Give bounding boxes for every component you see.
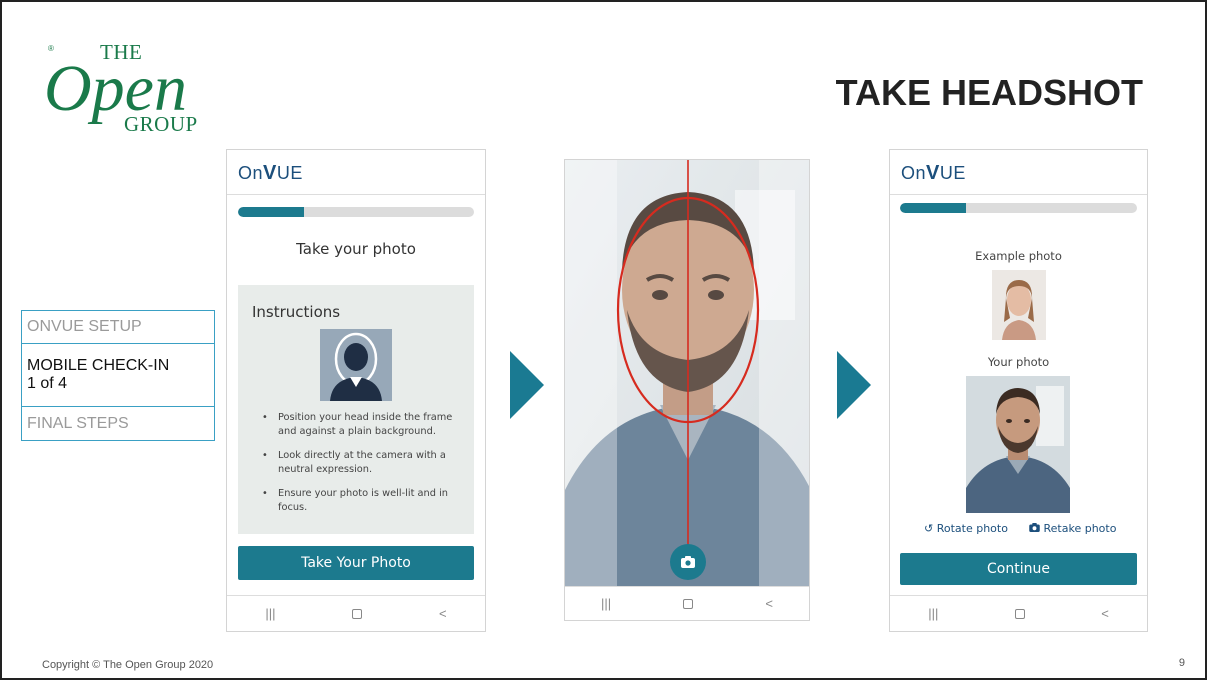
android-nav-bar: ||| <: [565, 586, 809, 620]
step-onvue-setup[interactable]: ONVUE SETUP: [22, 311, 214, 344]
brand-ue: UE: [939, 163, 966, 183]
camera-icon: [1029, 523, 1040, 532]
step-label: MOBILE CHECK-IN: [27, 357, 170, 374]
instruction-item: Ensure your photo is well-lit and in foc…: [260, 487, 466, 515]
recent-apps-icon[interactable]: |||: [265, 606, 275, 621]
page-number: 9: [1178, 657, 1185, 669]
instructions-panel: Instructions Position your head inside t…: [238, 285, 474, 534]
recent-apps-icon[interactable]: |||: [601, 596, 611, 611]
phone-review-screen: OnVUE Example photo Your photo ↺ Rotate …: [889, 149, 1148, 632]
rotate-photo-link[interactable]: ↺ Rotate photo: [924, 522, 1008, 535]
progress-fill: [238, 207, 305, 217]
home-icon[interactable]: [683, 598, 694, 609]
phone-instructions-screen: OnVUE Take your photo Instructions Posit…: [226, 149, 486, 632]
onvue-logo: OnVUE: [238, 162, 303, 185]
android-nav-bar: ||| <: [890, 595, 1147, 631]
brand-v: V: [263, 162, 277, 184]
step-progress-text: 1 of 4: [27, 375, 68, 392]
slide-title: TAKE HEADSHOT: [835, 72, 1143, 113]
your-photo-label: Your photo: [987, 355, 1050, 369]
slide: ® THE Open GROUP TAKE HEADSHOT ONVUE SET…: [0, 0, 1207, 680]
rotate-photo-label: Rotate photo: [936, 522, 1008, 535]
camera-icon: [681, 556, 695, 568]
brand-on: On: [901, 163, 927, 183]
continue-button[interactable]: Continue: [900, 553, 1137, 585]
next-arrow-icon: [510, 351, 544, 419]
header-divider: [227, 194, 485, 195]
step-mobile-check-in[interactable]: MOBILE CHECK-IN 1 of 4: [22, 344, 214, 407]
take-your-photo-button[interactable]: Take Your Photo: [238, 546, 474, 580]
instructions-list: Position your head inside the frame and …: [260, 411, 466, 525]
next-arrow-icon: [837, 351, 871, 419]
header-divider: [890, 194, 1147, 195]
back-icon[interactable]: <: [765, 596, 773, 611]
android-nav-bar: ||| <: [227, 595, 485, 631]
steps-menu: ONVUE SETUP MOBILE CHECK-IN 1 of 4 FINAL…: [21, 310, 215, 441]
recent-apps-icon[interactable]: |||: [928, 606, 938, 621]
progress-bar: [900, 203, 1137, 213]
example-photo-label: Example photo: [975, 249, 1062, 263]
progress-bar: [238, 207, 474, 217]
headshot-guide-icon: [320, 329, 392, 401]
logo-group: GROUP: [124, 112, 198, 136]
example-photo: [992, 270, 1046, 340]
back-icon[interactable]: <: [439, 606, 447, 621]
home-icon[interactable]: [1014, 608, 1025, 619]
phone-camera-screen: ||| <: [564, 159, 810, 621]
your-photo: [966, 376, 1070, 513]
progress-fill: [900, 203, 967, 213]
brand-v: V: [926, 162, 940, 184]
retake-photo-link[interactable]: Retake photo: [1029, 522, 1116, 535]
step-label: ONVUE SETUP: [27, 318, 142, 335]
instruction-item: Position your head inside the frame and …: [260, 411, 466, 439]
screen-title: Take your photo: [296, 240, 416, 258]
open-group-logo: ® THE Open GROUP: [38, 40, 218, 136]
retake-photo-label: Retake photo: [1043, 522, 1117, 535]
camera-preview: [565, 160, 809, 588]
brand-ue: UE: [276, 163, 303, 183]
step-final-steps[interactable]: FINAL STEPS: [22, 407, 214, 440]
brand-on: On: [238, 163, 264, 183]
instructions-title: Instructions: [252, 303, 341, 321]
step-label: FINAL STEPS: [27, 414, 129, 432]
home-icon[interactable]: [352, 608, 363, 619]
camera-shutter-button[interactable]: [670, 544, 706, 580]
copyright-footer: Copyright © The Open Group 2020: [42, 659, 214, 671]
rotate-icon: ↺: [924, 522, 934, 535]
back-icon[interactable]: <: [1101, 606, 1109, 621]
onvue-logo: OnVUE: [901, 162, 966, 185]
instruction-item: Look directly at the camera with a neutr…: [260, 449, 466, 477]
